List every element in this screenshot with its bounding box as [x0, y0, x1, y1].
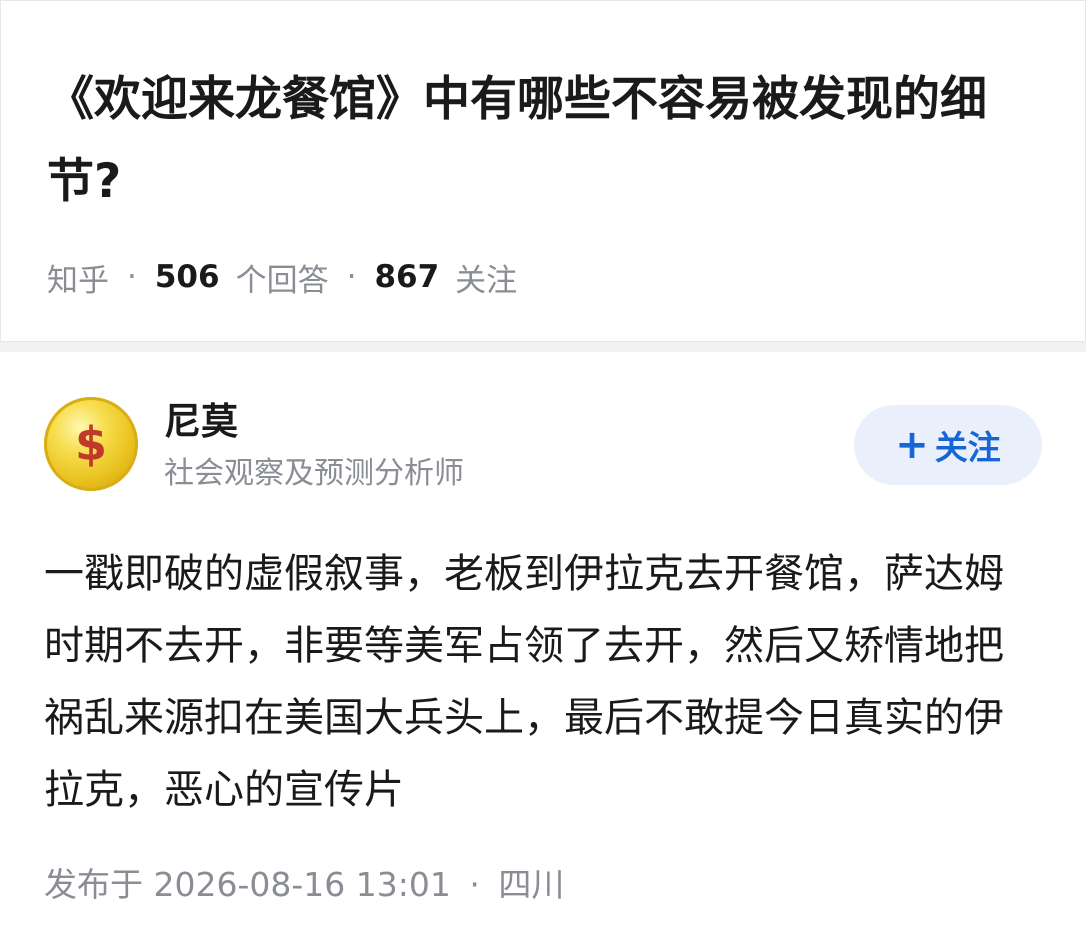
publish-time: 发布于 2026-08-16 13:01: [44, 865, 451, 904]
answer-content[interactable]: 一戳即破的虚假叙事，老板到伊拉克去开餐馆，萨达姆时期不去开，非要等美军占领了去开…: [44, 538, 1034, 826]
meta-separator: ·: [469, 865, 480, 904]
plus-icon: +: [895, 422, 929, 468]
meta-separator: ·: [127, 259, 137, 295]
follow-count-label: 关注: [455, 262, 518, 299]
answer-card: $ 尼莫 社会观察及预测分析师 + 关注 一戳即破的虚假叙事，老板到伊拉克去开餐…: [0, 352, 1086, 948]
follow-button-label: 关注: [934, 428, 1001, 467]
answer-count: 506: [154, 259, 220, 295]
author-bio: 社会观察及预测分析师: [164, 456, 464, 491]
publish-location: 四川: [498, 865, 565, 904]
meta-separator: ·: [346, 259, 357, 295]
question-card: 《欢迎来龙餐馆》中有哪些不容易被发现的细节? 知乎 · 506 个回答 · 86…: [0, 0, 1086, 342]
answer-meta: 发布于 2026-08-16 13:01 · 四川: [44, 862, 564, 908]
question-meta: 知乎 · 506 个回答 · 867 关注: [47, 253, 517, 301]
source-label[interactable]: 知乎: [47, 255, 109, 300]
author-name[interactable]: 尼莫: [164, 396, 238, 448]
answer-count-label: 个回答: [235, 262, 329, 299]
follow-button[interactable]: + 关注: [854, 405, 1042, 485]
question-title[interactable]: 《欢迎来龙餐馆》中有哪些不容易被发现的细节?: [47, 59, 1057, 223]
dollar-coin-icon: $: [74, 417, 107, 471]
follow-count: 867: [374, 259, 440, 295]
avatar[interactable]: $: [44, 397, 138, 491]
